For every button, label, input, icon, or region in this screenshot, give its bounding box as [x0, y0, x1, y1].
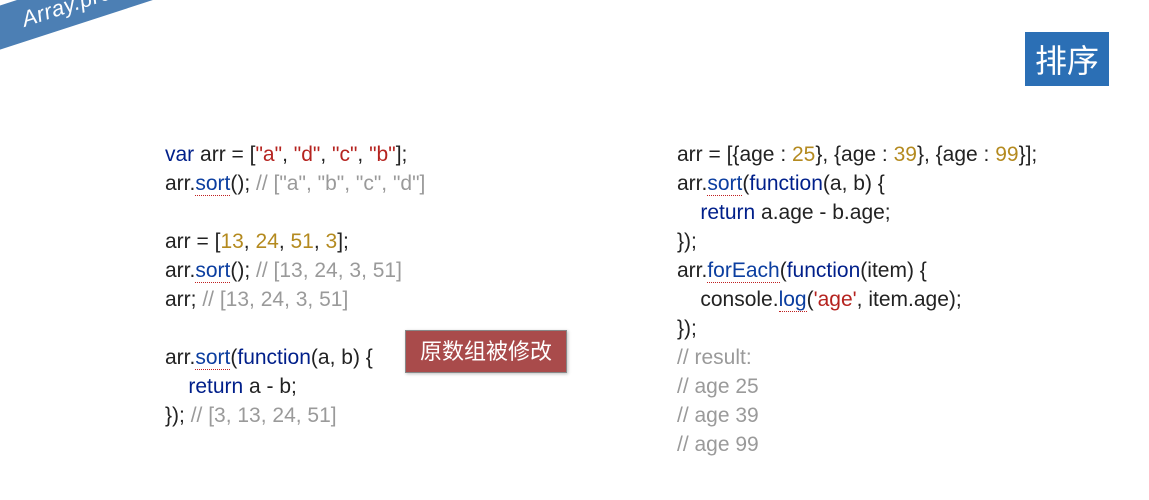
num-13: 13: [220, 230, 243, 253]
t: [165, 375, 188, 398]
t: }, {age :: [917, 143, 995, 166]
kw-return: return: [188, 375, 243, 398]
t: arr;: [165, 288, 202, 311]
t: arr.: [165, 172, 195, 195]
t: (: [780, 259, 787, 282]
comment-lex-sort: // [13, 24, 3, 51]: [256, 259, 402, 282]
right-column: arr = [{age : 25}, {age : 39}, {age : 99…: [677, 140, 1109, 459]
t: ];: [337, 230, 349, 253]
str-c: "c": [332, 143, 357, 166]
t: arr.: [677, 259, 707, 282]
comment-age99: // age 99: [677, 433, 759, 456]
method-foreach: forEach: [707, 259, 779, 283]
t: ,: [282, 143, 294, 166]
left-code: var arr = ["a", "d", "c", "b"]; arr.sort…: [165, 140, 597, 430]
t: arr = [: [165, 230, 220, 253]
t: , item.age);: [857, 288, 962, 311]
method-sort: sort: [195, 346, 230, 370]
t: (: [807, 288, 814, 311]
str-a: "a": [255, 143, 282, 166]
t: arr = [: [194, 143, 255, 166]
t: (item) {: [860, 259, 927, 282]
comment-result: // result:: [677, 346, 752, 369]
kw-function: function: [787, 259, 861, 282]
num-24: 24: [255, 230, 278, 253]
comment-age25: // age 25: [677, 375, 759, 398]
t: arr = [{age :: [677, 143, 792, 166]
str-b: "b": [369, 143, 396, 166]
comment-age39: // age 39: [677, 404, 759, 427]
t: }];: [1019, 143, 1038, 166]
num-51: 51: [291, 230, 314, 253]
str-age: 'age': [814, 288, 857, 311]
num-99: 99: [995, 143, 1018, 166]
t: ,: [279, 230, 291, 253]
t: [677, 201, 700, 224]
kw-function: function: [237, 346, 311, 369]
t: arr.: [165, 346, 195, 369]
t: ,: [244, 230, 256, 253]
kw-return: return: [700, 201, 755, 224]
t: a - b;: [243, 375, 297, 398]
num-39: 39: [894, 143, 917, 166]
section-ribbon: Array.prototype.sort: [0, 0, 297, 65]
kw-function: function: [749, 172, 823, 195]
t: arr.: [677, 172, 707, 195]
t: a.age - b.age;: [755, 201, 890, 224]
str-d: "d": [294, 143, 321, 166]
t: ();: [230, 172, 256, 195]
method-sort: sort: [195, 172, 230, 196]
t: }, {age :: [815, 143, 893, 166]
num-3: 3: [326, 230, 338, 253]
comment-arr-mutated: // [13, 24, 3, 51]: [202, 288, 348, 311]
left-column: var arr = ["a", "d", "c", "b"]; arr.sort…: [165, 140, 597, 459]
title-badge: 排序: [1025, 32, 1109, 86]
code-columns: var arr = ["a", "d", "c", "b"]; arr.sort…: [165, 140, 1109, 459]
t: ,: [314, 230, 326, 253]
method-sort: sort: [195, 259, 230, 283]
method-sort: sort: [707, 172, 742, 196]
t: ();: [230, 259, 256, 282]
t: });: [677, 230, 697, 253]
right-code: arr = [{age : 25}, {age : 39}, {age : 99…: [677, 140, 1109, 459]
kw-var: var: [165, 143, 194, 166]
t: ,: [320, 143, 332, 166]
t: ,: [357, 143, 369, 166]
t: console.: [677, 288, 779, 311]
method-log: log: [779, 288, 807, 312]
t: });: [165, 404, 191, 427]
t: });: [677, 317, 697, 340]
comment-num-sort: // [3, 13, 24, 51]: [191, 404, 337, 427]
t: (a, b) {: [311, 346, 373, 369]
t: ];: [396, 143, 408, 166]
note-mutation: 原数组被修改: [405, 330, 567, 373]
num-25: 25: [792, 143, 815, 166]
t: (a, b) {: [823, 172, 885, 195]
t: arr.: [165, 259, 195, 282]
comment-sorted-str: // ["a", "b", "c", "d"]: [256, 172, 425, 195]
